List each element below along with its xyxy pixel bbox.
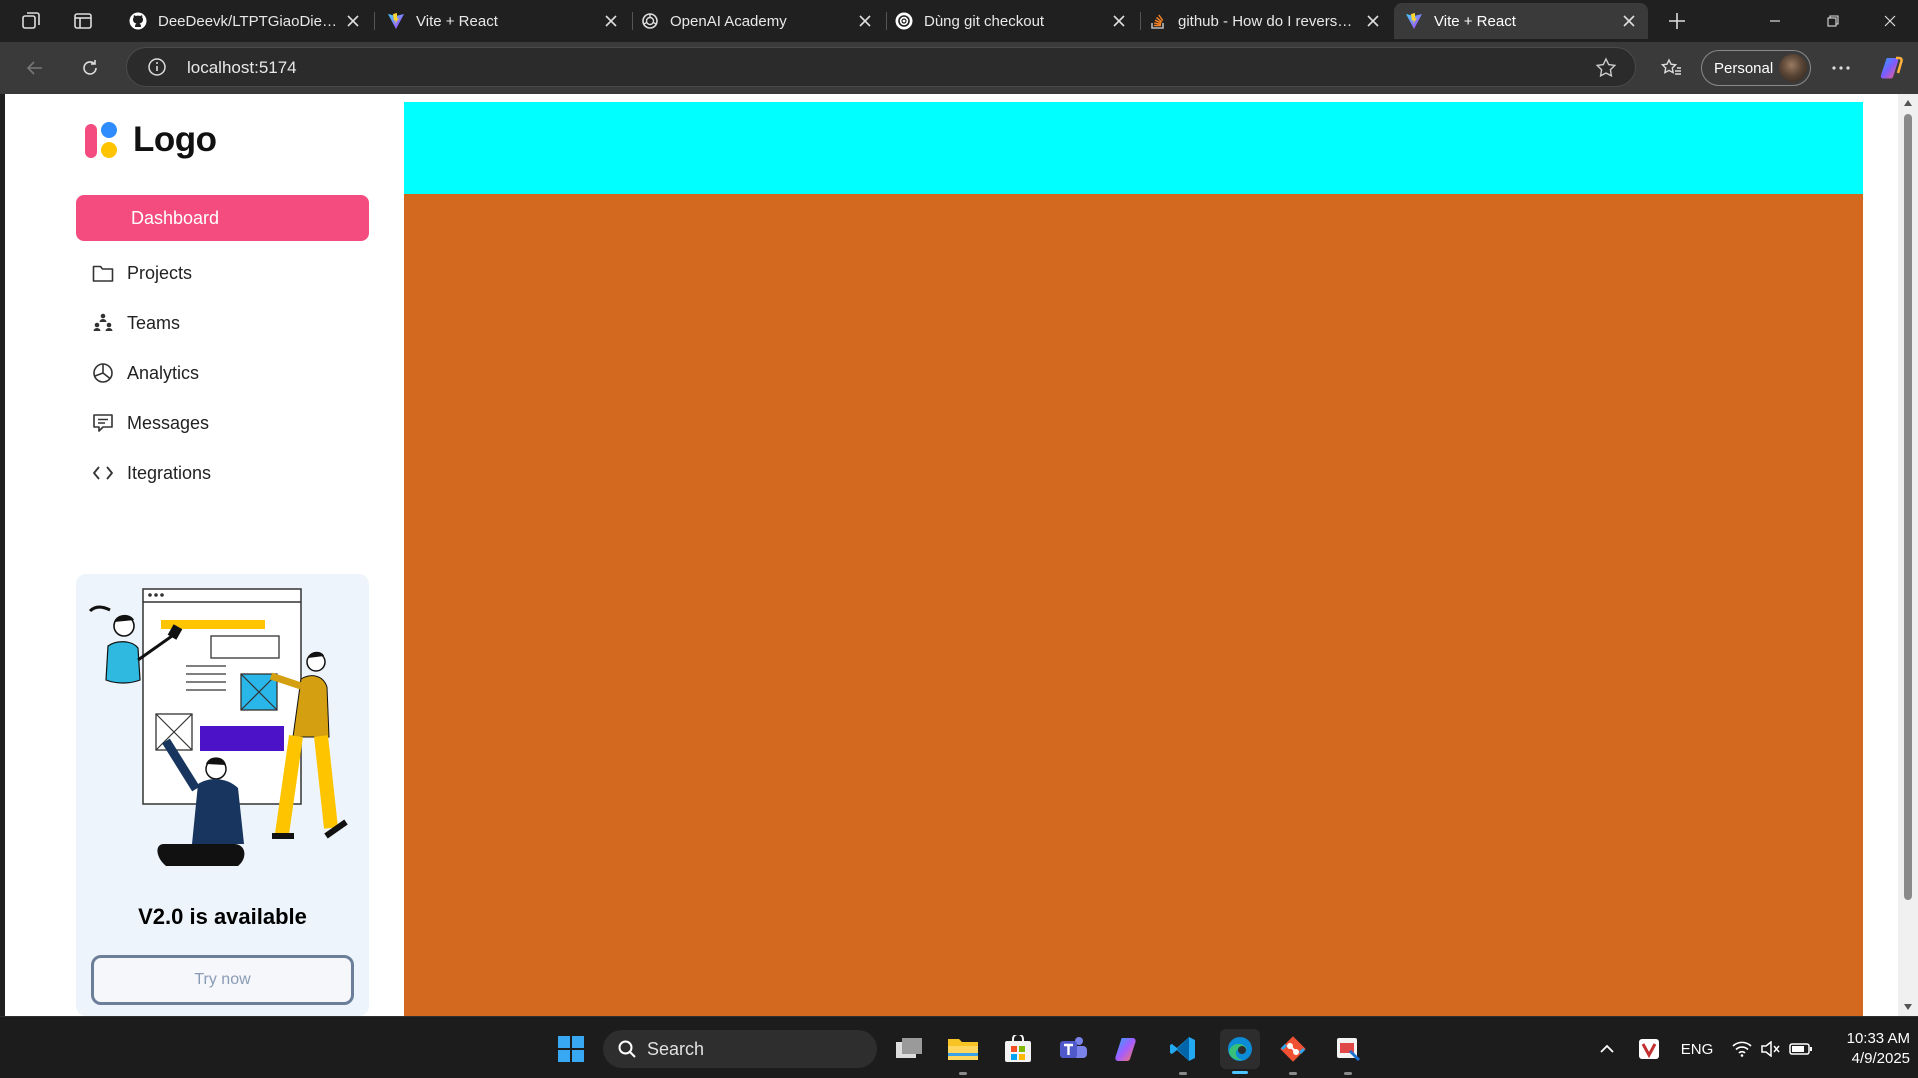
nav-item-analytics[interactable]: Analytics	[91, 358, 199, 388]
edge-app-icon[interactable]	[1220, 1029, 1260, 1074]
close-tab-icon[interactable]	[1364, 12, 1382, 30]
back-button[interactable]	[20, 53, 50, 83]
nav-label: Itegrations	[127, 462, 212, 483]
openai-icon	[640, 11, 660, 31]
main-content-area	[404, 194, 1863, 1016]
clock-time: 10:33 AM	[1846, 1030, 1910, 1047]
nav-label: Teams	[127, 312, 181, 333]
copilot-app-icon[interactable]	[1110, 1031, 1146, 1067]
nav-label: Analytics	[127, 362, 200, 383]
logo-icon	[83, 120, 123, 160]
minimize-button[interactable]	[1747, 0, 1803, 42]
tab-git-checkout[interactable]: Dùng git checkout	[884, 3, 1138, 39]
close-window-button[interactable]	[1862, 0, 1918, 42]
nav-item-teams[interactable]: Teams	[91, 308, 180, 338]
volume-muted-icon[interactable]	[1758, 1037, 1782, 1061]
tab-title: OpenAI Academy	[670, 12, 787, 30]
nav-item-messages[interactable]: Messages	[91, 408, 209, 438]
tab-vite-react[interactable]: Vite + React	[376, 3, 630, 39]
stackoverflow-icon	[1148, 11, 1168, 31]
promo-title: V2.0 is available	[138, 904, 307, 929]
vite-icon	[386, 11, 406, 31]
close-tab-icon[interactable]	[1620, 12, 1638, 30]
favorite-star-icon[interactable]	[1595, 57, 1617, 79]
close-tab-icon[interactable]	[1110, 12, 1128, 30]
tab-title: Vite + React	[416, 12, 498, 30]
tab-vite-react-active[interactable]: Vite + React	[1394, 3, 1648, 39]
favorites-icon[interactable]	[1656, 53, 1686, 83]
system-clock[interactable]: 10:33 AM 4/9/2025	[1826, 1029, 1910, 1069]
language-indicator[interactable]: ENG	[1680, 1037, 1714, 1061]
browser-toolbar: localhost:5174 Personal	[0, 42, 1918, 94]
taskbar-search[interactable]: Search	[603, 1030, 877, 1068]
nav-item-dashboard[interactable]: Dashboard	[76, 195, 369, 241]
wifi-icon[interactable]	[1730, 1037, 1754, 1061]
profile-button[interactable]: Personal	[1701, 50, 1811, 86]
copilot-icon[interactable]	[1877, 53, 1907, 83]
address-bar[interactable]: localhost:5174	[126, 47, 1636, 87]
tab-openai-academy[interactable]: OpenAI Academy	[630, 3, 884, 39]
tab-title: github - How do I reverse a	[1178, 12, 1358, 30]
logo[interactable]: Logo	[83, 120, 217, 160]
git-tool-icon[interactable]	[1275, 1031, 1311, 1075]
avatar	[1779, 54, 1807, 82]
restore-button[interactable]	[1805, 0, 1861, 42]
pie-chart-icon	[91, 361, 115, 385]
chatgpt-icon	[894, 11, 914, 31]
nav-label: Messages	[127, 412, 210, 433]
vite-icon	[1404, 11, 1424, 31]
clock-date: 4/9/2025	[1851, 1050, 1910, 1067]
more-options-icon[interactable]	[1826, 53, 1856, 83]
new-tab-button[interactable]	[1664, 8, 1690, 34]
microsoft-store-icon[interactable]	[1000, 1031, 1036, 1067]
tab-github-repo[interactable]: DeeDeevk/LTPTGiaoDien_N	[118, 3, 372, 39]
nav-item-projects[interactable]: Projects	[91, 258, 192, 288]
upgrade-promo-card: V2.0 is available Try now	[76, 574, 369, 1016]
scrollbar-thumb[interactable]	[1904, 114, 1912, 900]
code-icon	[91, 461, 115, 485]
message-icon	[91, 411, 115, 435]
workspaces-icon[interactable]	[18, 8, 44, 34]
teams-app-icon[interactable]	[1055, 1031, 1091, 1067]
task-view-icon[interactable]	[891, 1031, 927, 1067]
tab-title: Dùng git checkout	[924, 12, 1045, 30]
search-label: Search	[647, 1038, 705, 1059]
vertical-tabs-icon[interactable]	[70, 8, 96, 34]
show-hidden-icons-chevron[interactable]	[1597, 1037, 1617, 1061]
search-icon	[617, 1039, 637, 1059]
page-scrollbar[interactable]	[1898, 94, 1918, 1016]
refresh-button[interactable]	[75, 53, 105, 83]
windows-taskbar: Search ENG 10:33 AM 4/9/2025	[0, 1016, 1918, 1078]
start-button[interactable]	[553, 1031, 589, 1067]
try-now-button[interactable]: Try now	[91, 955, 354, 1005]
web-page: Logo Dashboard Projects Teams Analytics …	[5, 94, 1898, 1016]
close-tab-icon[interactable]	[602, 12, 620, 30]
nav-item-integrations[interactable]: Itegrations	[91, 458, 211, 488]
site-info-icon[interactable]	[147, 57, 167, 77]
teams-icon	[91, 311, 115, 335]
file-explorer-icon[interactable]	[945, 1031, 981, 1075]
promo-illustration	[88, 588, 348, 866]
profile-label: Personal	[1714, 59, 1774, 77]
tab-title: DeeDeevk/LTPTGiaoDien_N	[158, 12, 338, 30]
close-tab-icon[interactable]	[856, 12, 874, 30]
snipping-tool-icon[interactable]	[1330, 1031, 1366, 1075]
header-banner	[404, 102, 1863, 194]
battery-icon[interactable]	[1788, 1037, 1814, 1061]
nav-label: Projects	[127, 262, 193, 283]
url-text[interactable]: localhost:5174	[187, 58, 297, 78]
close-tab-icon[interactable]	[344, 12, 362, 30]
github-icon	[128, 11, 148, 31]
tab-stackoverflow[interactable]: github - How do I reverse a	[1138, 3, 1392, 39]
logo-text: Logo	[133, 120, 217, 159]
vscode-icon[interactable]	[1165, 1031, 1201, 1075]
tab-title: Vite + React	[1434, 12, 1516, 30]
browser-tab-strip: DeeDeevk/LTPTGiaoDien_N Vite + React Ope…	[0, 0, 1918, 42]
folder-icon	[91, 261, 115, 285]
vivaldi-tray-icon[interactable]	[1637, 1037, 1661, 1061]
sidebar: Logo Dashboard Projects Teams Analytics …	[5, 94, 405, 1016]
